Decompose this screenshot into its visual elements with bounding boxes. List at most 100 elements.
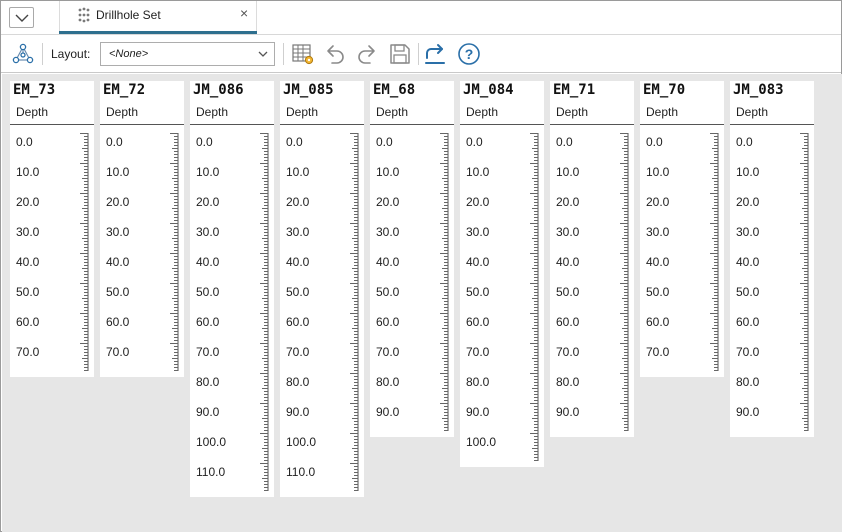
export-button[interactable] bbox=[423, 42, 447, 66]
depth-tick-label: 90.0 bbox=[736, 405, 760, 419]
drillhole-name: EM_71 bbox=[553, 82, 596, 98]
svg-text:?: ? bbox=[465, 46, 474, 62]
depth-tick-label: 50.0 bbox=[286, 285, 310, 299]
network-button[interactable] bbox=[11, 42, 35, 66]
track-header-depth: Depth bbox=[16, 105, 49, 119]
drillhole-column[interactable]: EM_71 Depth 0.0 10.0 20.0 30.0 40.0 50.0 60.0 70.… bbox=[550, 81, 634, 437]
depth-tick-label: 40.0 bbox=[16, 255, 40, 269]
window-frame: Drillhole Set × Layout: <None> ? EM_73 D… bbox=[0, 0, 842, 532]
header-divider bbox=[460, 124, 544, 125]
depth-tick-label: 10.0 bbox=[646, 165, 670, 179]
header-divider bbox=[100, 124, 184, 125]
undo-button[interactable] bbox=[323, 42, 347, 66]
depth-tick-label: 0.0 bbox=[106, 135, 123, 149]
depth-tick-label: 50.0 bbox=[736, 285, 760, 299]
depth-tick-label: 100.0 bbox=[196, 435, 227, 449]
depth-tick-label: 10.0 bbox=[16, 165, 40, 179]
chevron-down-icon bbox=[15, 14, 28, 22]
depth-tick-label: 10.0 bbox=[106, 165, 130, 179]
tab-drillhole-set[interactable]: Drillhole Set × bbox=[59, 1, 257, 34]
table-settings-button[interactable] bbox=[291, 42, 315, 66]
save-button[interactable] bbox=[388, 42, 412, 66]
depth-tick-label: 100.0 bbox=[286, 435, 317, 449]
depth-tick-label: 100.0 bbox=[466, 435, 497, 449]
drillhole-name: JM_083 bbox=[733, 82, 784, 98]
depth-tick-label: 40.0 bbox=[466, 255, 490, 269]
drillhole-column[interactable]: EM_68 Depth 0.0 10.0 20.0 30.0 40.0 50.0 60.0 70.… bbox=[370, 81, 454, 437]
depth-tick-label: 0.0 bbox=[376, 135, 393, 149]
depth-tick-label: 110.0 bbox=[286, 465, 316, 479]
redo-button[interactable] bbox=[355, 42, 379, 66]
track-header-depth: Depth bbox=[106, 105, 139, 119]
drillhole-column[interactable]: JM_083 Depth 0.0 10.0 20.0 30.0 40.0 50.0 60.0 70… bbox=[730, 81, 814, 437]
depth-tick-label: 20.0 bbox=[646, 195, 670, 209]
active-tab-indicator bbox=[59, 31, 257, 34]
drillhole-column[interactable]: JM_086 Depth 0.0 10.0 20.0 30.0 40.0 50.0 60.0 70… bbox=[190, 81, 274, 497]
depth-ruler bbox=[620, 133, 629, 431]
depth-tick-label: 50.0 bbox=[556, 285, 580, 299]
toolbar: Layout: <None> ? bbox=[1, 35, 841, 73]
depth-tick-label: 80.0 bbox=[376, 375, 400, 389]
depth-tick-label: 60.0 bbox=[646, 315, 670, 329]
depth-ruler bbox=[350, 133, 359, 491]
toolbar-separator bbox=[283, 43, 284, 65]
drillhole-name: JM_085 bbox=[283, 82, 334, 98]
drillhole-column[interactable]: JM_085 Depth 0.0 10.0 20.0 30.0 40.0 50.0 60.0 70… bbox=[280, 81, 364, 497]
depth-tick-label: 40.0 bbox=[286, 255, 310, 269]
depth-tick-label: 10.0 bbox=[196, 165, 220, 179]
depth-tick-label: 30.0 bbox=[286, 225, 310, 239]
redo-icon bbox=[358, 45, 375, 64]
depth-tick-label: 20.0 bbox=[376, 195, 400, 209]
depth-tick-label: 30.0 bbox=[376, 225, 400, 239]
drillhole-name: JM_086 bbox=[193, 82, 244, 98]
depth-tick-label: 70.0 bbox=[106, 345, 130, 359]
header-divider bbox=[550, 124, 634, 125]
depth-ruler bbox=[260, 133, 269, 491]
depth-ruler bbox=[440, 133, 449, 431]
depth-tick-label: 70.0 bbox=[286, 345, 310, 359]
export-icon bbox=[425, 44, 445, 64]
depth-tick-label: 60.0 bbox=[16, 315, 40, 329]
drillhole-name: EM_70 bbox=[643, 82, 686, 98]
track-header-depth: Depth bbox=[466, 105, 499, 119]
drillhole-column[interactable]: EM_73 Depth 0.0 10.0 20.0 30.0 40.0 50.0 60.0 70.… bbox=[10, 81, 94, 377]
drillhole-name: EM_72 bbox=[103, 82, 146, 98]
layout-select[interactable]: <None> bbox=[100, 42, 275, 66]
depth-ruler bbox=[710, 133, 719, 371]
track-header-depth: Depth bbox=[736, 105, 769, 119]
drillhole-column[interactable]: EM_72 Depth 0.0 10.0 20.0 30.0 40.0 50.0 60.0 70.… bbox=[100, 81, 184, 377]
depth-ruler bbox=[530, 133, 539, 461]
depth-tick-label: 50.0 bbox=[646, 285, 670, 299]
depth-tick-label: 0.0 bbox=[196, 135, 213, 149]
depth-tick-label: 90.0 bbox=[286, 405, 310, 419]
close-icon[interactable]: × bbox=[240, 6, 248, 20]
drillhole-column[interactable]: JM_084 Depth 0.0 10.0 20.0 30.0 40.0 50.0 60.0 70… bbox=[460, 81, 544, 467]
depth-tick-label: 30.0 bbox=[556, 225, 580, 239]
depth-tick-label: 30.0 bbox=[16, 225, 40, 239]
depth-tick-label: 10.0 bbox=[286, 165, 310, 179]
depth-ruler bbox=[170, 133, 179, 371]
depth-tick-label: 50.0 bbox=[376, 285, 400, 299]
drillhole-name: EM_73 bbox=[13, 82, 56, 98]
chevron-down-icon bbox=[258, 51, 268, 57]
network-icon bbox=[12, 43, 34, 64]
layout-select-value: <None> bbox=[109, 48, 149, 60]
header-divider bbox=[280, 124, 364, 125]
depth-tick-label: 50.0 bbox=[196, 285, 220, 299]
depth-tick-label: 0.0 bbox=[16, 135, 33, 149]
depth-tick-label: 50.0 bbox=[466, 285, 490, 299]
depth-tick-label: 40.0 bbox=[376, 255, 400, 269]
depth-tick-label: 30.0 bbox=[466, 225, 490, 239]
depth-tick-label: 10.0 bbox=[376, 165, 400, 179]
depth-tick-label: 90.0 bbox=[196, 405, 220, 419]
collapse-button[interactable] bbox=[9, 7, 34, 28]
depth-ruler bbox=[800, 133, 809, 431]
drillhole-column[interactable]: EM_70 Depth 0.0 10.0 20.0 30.0 40.0 50.0 60.0 70.… bbox=[640, 81, 724, 377]
depth-tick-label: 70.0 bbox=[466, 345, 490, 359]
depth-tick-label: 20.0 bbox=[106, 195, 130, 209]
track-header-depth: Depth bbox=[196, 105, 229, 119]
depth-tick-label: 70.0 bbox=[376, 345, 400, 359]
depth-tick-label: 50.0 bbox=[106, 285, 130, 299]
help-button[interactable]: ? bbox=[457, 42, 481, 66]
depth-tick-label: 90.0 bbox=[556, 405, 580, 419]
